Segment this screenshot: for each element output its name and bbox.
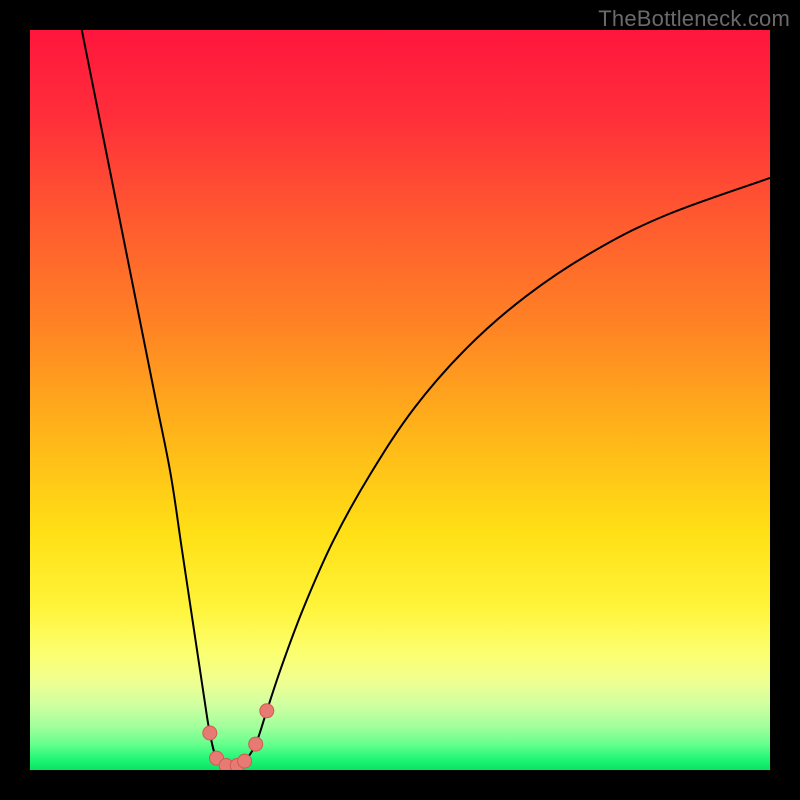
data-marker (238, 754, 252, 768)
curve-layer (30, 30, 770, 770)
watermark-text: TheBottleneck.com (598, 6, 790, 32)
marker-group (203, 704, 274, 770)
data-marker (260, 704, 274, 718)
curve-left-branch (82, 30, 237, 766)
data-marker (249, 737, 263, 751)
plot-area (30, 30, 770, 770)
curve-right-branch (237, 178, 770, 766)
data-marker (203, 726, 217, 740)
chart-root: { "watermark": "TheBottleneck.com", "col… (0, 0, 800, 800)
